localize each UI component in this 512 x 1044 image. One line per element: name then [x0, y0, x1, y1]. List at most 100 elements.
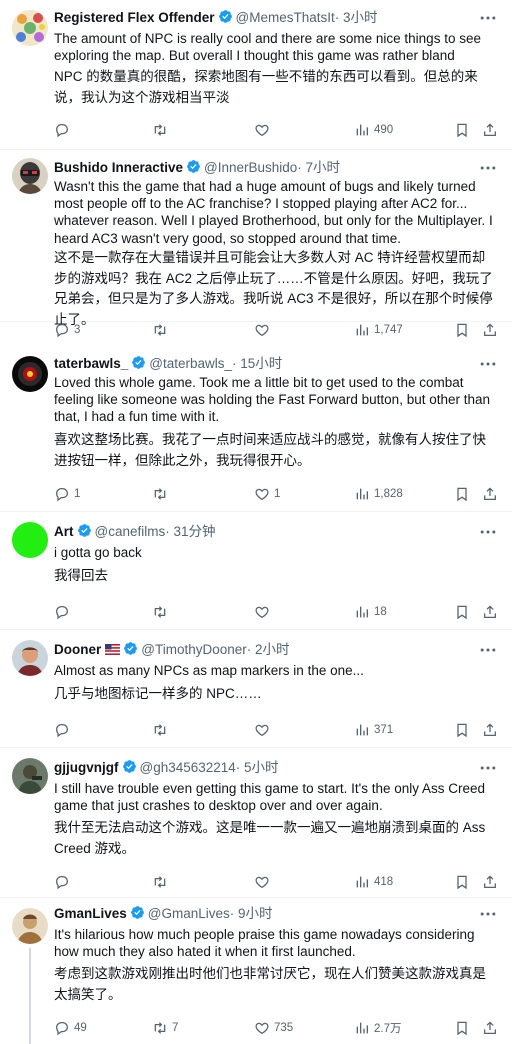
display-name[interactable]: Dooner: [54, 642, 101, 657]
display-name[interactable]: Art: [54, 524, 74, 539]
retweet-button[interactable]: [152, 120, 172, 140]
handle[interactable]: @GmanLives: [148, 906, 230, 921]
share-button[interactable]: [482, 720, 498, 740]
share-button[interactable]: [482, 1018, 498, 1038]
timestamp[interactable]: · 3小时: [335, 10, 378, 25]
views-chart-icon: [356, 124, 368, 136]
bookmark-button[interactable]: [454, 484, 470, 504]
handle[interactable]: @gh345632214: [140, 760, 236, 775]
more-options-icon[interactable]: [478, 758, 498, 778]
avatar[interactable]: [12, 758, 48, 794]
retweet-icon: [154, 488, 166, 500]
tweet[interactable]: GmanLives @GmanLives· 9小时 It's hilarious …: [0, 898, 512, 1044]
bookmark-button[interactable]: [454, 120, 470, 140]
timestamp[interactable]: · 5小时: [236, 760, 279, 775]
avatar[interactable]: [12, 10, 48, 46]
like-count: 735: [274, 1022, 294, 1034]
more-options-icon[interactable]: [478, 158, 498, 178]
bookmark-button[interactable]: [454, 872, 470, 892]
tweet-header: Bushido Inneractive @InnerBushido· 7小时: [54, 158, 474, 178]
display-name[interactable]: Bushido Inneractive: [54, 160, 183, 175]
tweet[interactable]: taterbawls_ @taterbawls_· 15小时 Loved this…: [0, 346, 512, 512]
retweet-button[interactable]: [152, 320, 172, 340]
more-options-icon[interactable]: [478, 904, 498, 924]
timestamp[interactable]: · 31分钟: [165, 524, 215, 539]
share-button[interactable]: [482, 484, 498, 504]
display-name[interactable]: GmanLives: [54, 906, 127, 921]
share-icon: [484, 487, 496, 500]
heart-icon: [255, 876, 269, 889]
bookmark-button[interactable]: [454, 602, 470, 622]
reply-button[interactable]: 1: [54, 484, 80, 504]
tweet[interactable]: Art @canefilms· 31分钟 i gotta go back 我得回去…: [0, 512, 512, 630]
reply-button[interactable]: [54, 872, 74, 892]
action-bar: 1 1 1,828: [54, 484, 504, 504]
display-name[interactable]: gjjugvnjgf: [54, 760, 119, 775]
reply-button[interactable]: [54, 120, 74, 140]
avatar[interactable]: [12, 158, 48, 194]
retweet-button[interactable]: [152, 484, 172, 504]
more-options-icon[interactable]: [478, 354, 498, 374]
share-button[interactable]: [482, 602, 498, 622]
reply-button[interactable]: [54, 720, 74, 740]
share-icon: [484, 723, 496, 736]
views-button[interactable]: 18: [354, 602, 387, 622]
like-button[interactable]: [254, 120, 274, 140]
retweet-button[interactable]: [152, 872, 172, 892]
timestamp[interactable]: · 9小时: [230, 906, 273, 921]
avatar[interactable]: [12, 640, 48, 676]
display-name[interactable]: taterbawls_: [54, 356, 128, 371]
display-name[interactable]: Registered Flex Offender: [54, 10, 215, 25]
timestamp[interactable]: · 15小时: [232, 356, 282, 371]
timestamp[interactable]: · 7小时: [297, 160, 340, 175]
verified-badge-icon: [218, 10, 232, 23]
tweet-translation: 喜欢这整场比赛。我花了一点时间来适应战斗的感觉，就像有人按住了快进按钮一样，但除…: [54, 432, 486, 468]
retweet-button[interactable]: [152, 602, 172, 622]
avatar[interactable]: [12, 356, 48, 392]
bookmark-button[interactable]: [454, 720, 470, 740]
retweet-button[interactable]: 7: [152, 1018, 178, 1038]
share-icon: [484, 875, 496, 888]
tweet[interactable]: Registered Flex Offender @MemesThatsIt· 3…: [0, 0, 512, 150]
more-options-icon[interactable]: [478, 522, 498, 542]
views-button[interactable]: 2.7万: [354, 1018, 402, 1038]
tweet[interactable]: gjjugvnjgf @gh345632214· 5小时 I still have…: [0, 748, 512, 898]
tweet[interactable]: Dooner @TimothyDooner· 2小时 Almost as many…: [0, 630, 512, 748]
handle[interactable]: @MemesThatsIt: [236, 10, 335, 25]
views-button[interactable]: 1,747: [354, 320, 403, 340]
more-options-icon[interactable]: [478, 640, 498, 660]
share-button[interactable]: [482, 872, 498, 892]
more-options-icon[interactable]: [478, 8, 498, 28]
share-button[interactable]: [482, 320, 498, 340]
share-button[interactable]: [482, 120, 498, 140]
heart-icon: [255, 124, 269, 137]
like-button[interactable]: 1: [254, 484, 280, 504]
views-button[interactable]: 371: [354, 720, 393, 740]
reply-button[interactable]: [54, 602, 74, 622]
bookmark-button[interactable]: [454, 1018, 470, 1038]
like-button[interactable]: [254, 720, 274, 740]
views-button[interactable]: 490: [354, 120, 393, 140]
like-button[interactable]: 735: [254, 1018, 293, 1038]
tweet-text: Almost as many NPCs as map markers in th…: [54, 663, 364, 678]
tweet-text: I still have trouble even getting this g…: [54, 781, 486, 814]
reply-button[interactable]: 3: [54, 320, 80, 340]
like-button[interactable]: [254, 602, 274, 622]
reply-button[interactable]: 49: [54, 1018, 87, 1038]
avatar[interactable]: [12, 908, 48, 944]
like-button[interactable]: [254, 872, 274, 892]
bookmark-button[interactable]: [454, 320, 470, 340]
timestamp[interactable]: · 2小时: [247, 642, 290, 657]
tweet[interactable]: Bushido Inneractive @InnerBushido· 7小时 Wa…: [0, 150, 512, 327]
handle[interactable]: @TimothyDooner: [141, 642, 247, 657]
handle[interactable]: @InnerBushido: [204, 160, 297, 175]
handle[interactable]: @canefilms: [95, 524, 166, 539]
reply-count: 1: [74, 488, 81, 500]
handle[interactable]: @taterbawls_: [149, 356, 232, 371]
bookmark-icon: [457, 123, 467, 138]
views-button[interactable]: 418: [354, 872, 393, 892]
views-button[interactable]: 1,828: [354, 484, 403, 504]
retweet-button[interactable]: [152, 720, 172, 740]
avatar[interactable]: [12, 522, 48, 558]
like-button[interactable]: [254, 320, 274, 340]
